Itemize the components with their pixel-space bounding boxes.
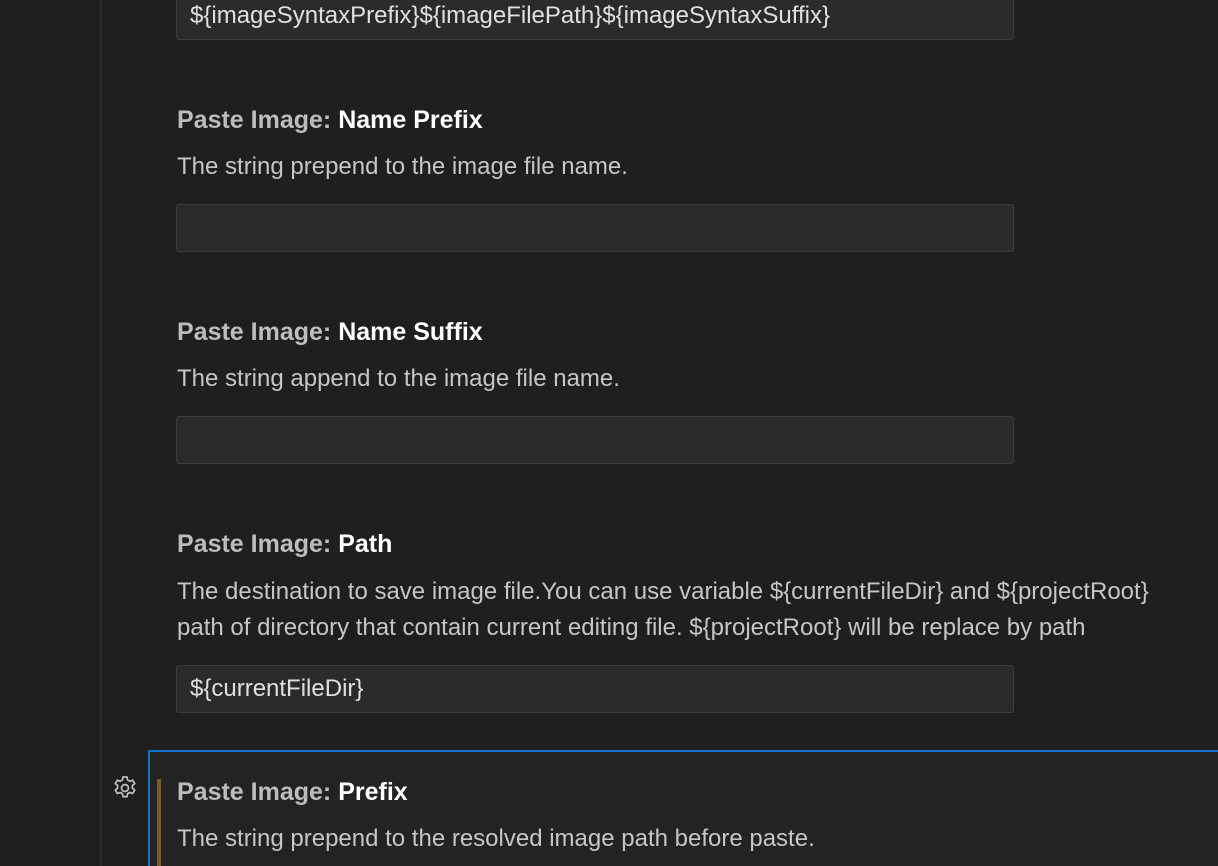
gear-icon[interactable]: [111, 774, 139, 802]
setting-key: Path: [338, 530, 393, 558]
setting-description-line-2: path of directory that contain current e…: [177, 614, 1086, 641]
setting-description-line-1: The destination to save image file.You c…: [177, 578, 1149, 605]
setting-key: Name Prefix: [338, 106, 483, 134]
setting-path: Paste Image: Path: [177, 529, 1218, 559]
setting-name-prefix-description-block: The string prepend to the image file nam…: [177, 149, 1218, 185]
setting-prefix: Paste Image: Prefix: [177, 777, 1218, 807]
name-prefix-input[interactable]: [176, 204, 1014, 252]
setting-key: Name Suffix: [338, 318, 483, 346]
setting-name-suffix: Paste Image: Name Suffix: [177, 317, 1218, 347]
setting-description: The string prepend to the image file nam…: [177, 153, 628, 180]
name-suffix-input[interactable]: [176, 416, 1014, 464]
modified-indicator: [157, 779, 161, 866]
setting-name-suffix-description-block: The string append to the image file name…: [177, 361, 1218, 397]
setting-title: Paste Image: Path: [177, 529, 1218, 559]
setting-path-description-block: The destination to save image file.You c…: [177, 574, 1218, 646]
setting-title: Paste Image: Prefix: [177, 777, 1218, 807]
setting-category: Paste Image:: [177, 530, 339, 558]
setting-description: The string prepend to the resolved image…: [177, 825, 815, 852]
setting-key: Prefix: [338, 778, 408, 806]
toc-divider: [100, 0, 102, 866]
setting-description: The string append to the image file name…: [177, 365, 620, 392]
setting-title: Paste Image: Name Prefix: [177, 105, 1218, 135]
setting-name-prefix: Paste Image: Name Prefix: [177, 105, 1218, 135]
setting-prefix-description-block: The string prepend to the resolved image…: [177, 821, 1218, 857]
image-syntax-format-input[interactable]: ${imageSyntaxPrefix}${imageFilePath}${im…: [176, 0, 1014, 40]
path-input[interactable]: ${currentFileDir}: [176, 665, 1014, 713]
setting-category: Paste Image:: [177, 106, 339, 134]
setting-category: Paste Image:: [177, 778, 339, 806]
settings-editor: ${imageSyntaxPrefix}${imageFilePath}${im…: [0, 0, 1218, 866]
setting-category: Paste Image:: [177, 318, 339, 346]
setting-title: Paste Image: Name Suffix: [177, 317, 1218, 347]
